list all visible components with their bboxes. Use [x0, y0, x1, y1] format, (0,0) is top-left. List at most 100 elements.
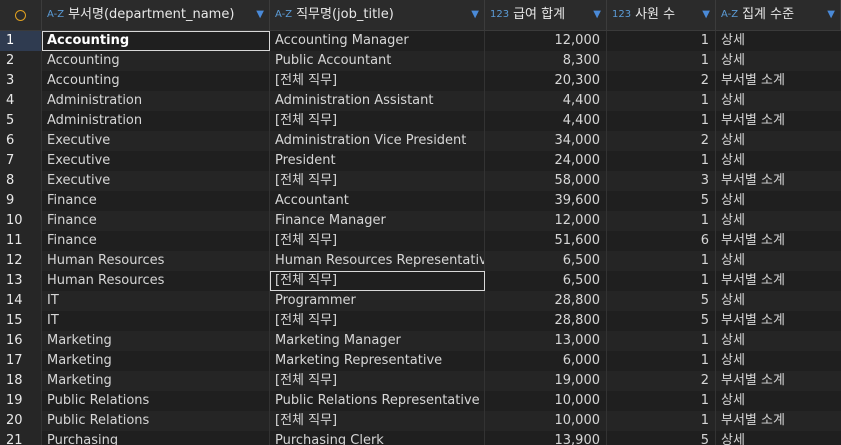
- cell-employee-count[interactable]: 1: [607, 31, 716, 51]
- table-row[interactable]: 9 Finance Accountant 39,600 5 상세: [0, 191, 841, 211]
- cell-employee-count[interactable]: 1: [607, 91, 716, 111]
- table-row[interactable]: 2 Accounting Public Accountant 8,300 1 상세: [0, 51, 841, 71]
- cell-job-title[interactable]: Human Resources Representative: [270, 251, 485, 271]
- cell-salary-sum[interactable]: 34,000: [485, 131, 607, 151]
- table-row[interactable]: 16 Marketing Marketing Manager 13,000 1 상세: [0, 331, 841, 351]
- cell-salary-sum[interactable]: 12,000: [485, 211, 607, 231]
- cell-employee-count[interactable]: 1: [607, 51, 716, 71]
- table-row[interactable]: 3 Accounting [전체 직무] 20,300 2 부서별 소계: [0, 71, 841, 91]
- cell-department[interactable]: Administration: [42, 91, 270, 111]
- table-row[interactable]: 19 Public Relations Public Relations Repre…: [0, 391, 841, 411]
- cell-aggregation-level[interactable]: 상세: [716, 291, 841, 311]
- cell-department[interactable]: Marketing: [42, 331, 270, 351]
- table-row[interactable]: 15 IT [전체 직무] 28,800 5 부서별 소계: [0, 311, 841, 331]
- cell-job-title[interactable]: Marketing Manager: [270, 331, 485, 351]
- table-row[interactable]: 10 Finance Finance Manager 12,000 1 상세: [0, 211, 841, 231]
- cell-aggregation-level[interactable]: 부서별 소계: [716, 411, 841, 431]
- cell-salary-sum[interactable]: 13,000: [485, 331, 607, 351]
- cell-department[interactable]: Executive: [42, 171, 270, 191]
- cell-aggregation-level[interactable]: 상세: [716, 91, 841, 111]
- cell-salary-sum[interactable]: 4,400: [485, 111, 607, 131]
- chevron-down-icon[interactable]: ▼: [256, 0, 264, 30]
- table-row[interactable]: 7 Executive President 24,000 1 상세: [0, 151, 841, 171]
- cell-aggregation-level[interactable]: 부서별 소계: [716, 231, 841, 251]
- row-number[interactable]: 9: [0, 191, 42, 211]
- row-number[interactable]: 13: [0, 271, 42, 291]
- cell-employee-count[interactable]: 1: [607, 391, 716, 411]
- cell-aggregation-level[interactable]: 부서별 소계: [716, 111, 841, 131]
- cell-department[interactable]: Human Resources: [42, 271, 270, 291]
- cell-job-title[interactable]: [전체 직무]: [270, 71, 485, 91]
- cell-aggregation-level[interactable]: 상세: [716, 51, 841, 71]
- cell-job-title[interactable]: [전체 직무]: [270, 171, 485, 191]
- table-row[interactable]: 8 Executive [전체 직무] 58,000 3 부서별 소계: [0, 171, 841, 191]
- cell-department[interactable]: Purchasing: [42, 431, 270, 445]
- table-row[interactable]: 4 Administration Administration Assistant 4…: [0, 91, 841, 111]
- cell-employee-count[interactable]: 1: [607, 351, 716, 371]
- cell-job-title[interactable]: Marketing Representative: [270, 351, 485, 371]
- cell-department[interactable]: Executive: [42, 151, 270, 171]
- cell-job-title[interactable]: Public Accountant: [270, 51, 485, 71]
- cell-job-title[interactable]: Administration Vice President: [270, 131, 485, 151]
- table-row[interactable]: 17 Marketing Marketing Representative 6,000…: [0, 351, 841, 371]
- cell-employee-count[interactable]: 3: [607, 171, 716, 191]
- row-number[interactable]: 4: [0, 91, 42, 111]
- cell-aggregation-level[interactable]: 부서별 소계: [716, 71, 841, 91]
- cell-department[interactable]: Accounting: [42, 31, 270, 51]
- table-row[interactable]: 11 Finance [전체 직무] 51,600 6 부서별 소계: [0, 231, 841, 251]
- cell-department[interactable]: Public Relations: [42, 411, 270, 431]
- cell-aggregation-level[interactable]: 상세: [716, 351, 841, 371]
- row-number[interactable]: 19: [0, 391, 42, 411]
- cell-employee-count[interactable]: 2: [607, 371, 716, 391]
- cell-department[interactable]: Executive: [42, 131, 270, 151]
- cell-employee-count[interactable]: 1: [607, 211, 716, 231]
- cell-employee-count[interactable]: 2: [607, 131, 716, 151]
- cell-salary-sum[interactable]: 6,500: [485, 271, 607, 291]
- cell-department[interactable]: Public Relations: [42, 391, 270, 411]
- row-selector-header[interactable]: [0, 0, 42, 30]
- table-row[interactable]: 1 Accounting Accounting Manager 12,000 1 상세: [0, 31, 841, 51]
- cell-aggregation-level[interactable]: 부서별 소계: [716, 271, 841, 291]
- row-number[interactable]: 5: [0, 111, 42, 131]
- row-number[interactable]: 14: [0, 291, 42, 311]
- cell-department[interactable]: Finance: [42, 231, 270, 251]
- cell-job-title[interactable]: Programmer: [270, 291, 485, 311]
- cell-aggregation-level[interactable]: 상세: [716, 431, 841, 445]
- column-header-salary-sum[interactable]: 123 급여 합계 ▼: [485, 0, 607, 30]
- row-number[interactable]: 8: [0, 171, 42, 191]
- row-number[interactable]: 18: [0, 371, 42, 391]
- cell-employee-count[interactable]: 1: [607, 271, 716, 291]
- cell-job-title[interactable]: Administration Assistant: [270, 91, 485, 111]
- row-number[interactable]: 6: [0, 131, 42, 151]
- table-row[interactable]: 21 Purchasing Purchasing Clerk 13,900 5 상세: [0, 431, 841, 445]
- cell-salary-sum[interactable]: 8,300: [485, 51, 607, 71]
- row-number[interactable]: 17: [0, 351, 42, 371]
- chevron-down-icon[interactable]: ▼: [471, 0, 479, 30]
- cell-job-title[interactable]: [전체 직무]: [270, 411, 485, 431]
- cell-department[interactable]: IT: [42, 311, 270, 331]
- cell-aggregation-level[interactable]: 상세: [716, 391, 841, 411]
- row-number[interactable]: 12: [0, 251, 42, 271]
- cell-department[interactable]: Finance: [42, 211, 270, 231]
- cell-aggregation-level[interactable]: 부서별 소계: [716, 371, 841, 391]
- row-number[interactable]: 7: [0, 151, 42, 171]
- table-row[interactable]: 13 Human Resources [전체 직무] 6,500 1 부서별 소계: [0, 271, 841, 291]
- column-header-employee-count[interactable]: 123 사원 수 ▼: [607, 0, 716, 30]
- table-row[interactable]: 14 IT Programmer 28,800 5 상세: [0, 291, 841, 311]
- cell-aggregation-level[interactable]: 상세: [716, 191, 841, 211]
- cell-salary-sum[interactable]: 6,500: [485, 251, 607, 271]
- cell-employee-count[interactable]: 6: [607, 231, 716, 251]
- cell-salary-sum[interactable]: 58,000: [485, 171, 607, 191]
- cell-salary-sum[interactable]: 6,000: [485, 351, 607, 371]
- cell-aggregation-level[interactable]: 부서별 소계: [716, 171, 841, 191]
- cell-salary-sum[interactable]: 19,000: [485, 371, 607, 391]
- cell-aggregation-level[interactable]: 부서별 소계: [716, 311, 841, 331]
- cell-salary-sum[interactable]: 13,900: [485, 431, 607, 445]
- row-number[interactable]: 2: [0, 51, 42, 71]
- cell-aggregation-level[interactable]: 상세: [716, 211, 841, 231]
- chevron-down-icon[interactable]: ▼: [702, 0, 710, 30]
- cell-salary-sum[interactable]: 39,600: [485, 191, 607, 211]
- row-number[interactable]: 21: [0, 431, 42, 445]
- column-header-job[interactable]: A-Z 직무명(job_title) ▼: [270, 0, 485, 30]
- cell-salary-sum[interactable]: 51,600: [485, 231, 607, 251]
